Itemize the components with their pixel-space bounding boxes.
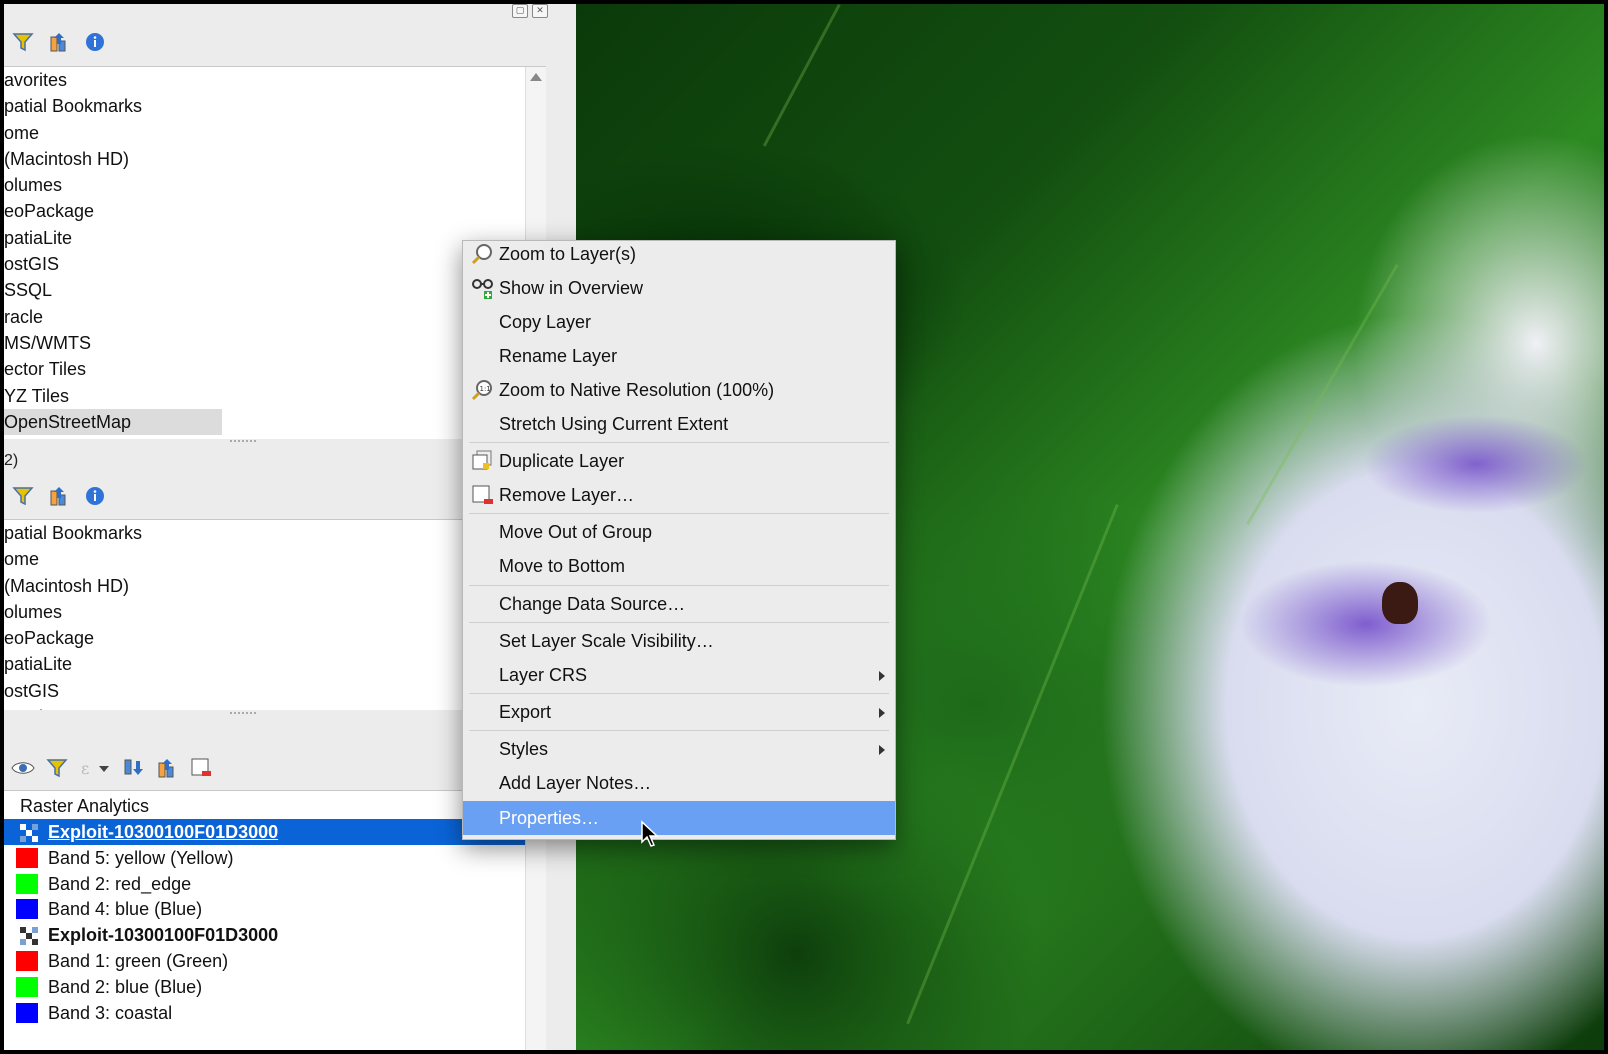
- overview-icon: [471, 276, 495, 300]
- qgis-window: ▢ ✕ avorites patial Bookmarks ome (Macintos…: [4, 4, 1604, 1050]
- expand-all-icon[interactable]: [120, 755, 146, 781]
- eye-icon[interactable]: [10, 755, 36, 781]
- layer-label: Band 4: blue (Blue): [48, 899, 203, 920]
- filter-icon[interactable]: [10, 483, 36, 509]
- menu-styles[interactable]: Styles: [463, 732, 895, 766]
- submenu-arrow-icon: [879, 671, 885, 681]
- menu-scale-visibility[interactable]: Set Layer Scale Visibility…: [463, 624, 895, 658]
- menu-layer-crs[interactable]: Layer CRS: [463, 658, 895, 692]
- menu-zoom-native[interactable]: 1:1 Zoom to Native Resolution (100%): [463, 373, 895, 407]
- layer-label: Band 1: green (Green): [48, 951, 229, 971]
- rock-outcrop: [1382, 582, 1418, 624]
- filter-legend-icon[interactable]: [44, 755, 70, 781]
- menu-separator: [469, 442, 889, 443]
- splitter-handle-1[interactable]: [230, 440, 256, 446]
- menu-separator: [469, 693, 889, 694]
- svg-text:1:1: 1:1: [480, 385, 491, 393]
- menu-separator: [469, 513, 889, 514]
- raster-layer-icon: [20, 926, 38, 946]
- terrain-ridge: [906, 504, 1119, 1025]
- browser-item[interactable]: ome: [4, 120, 546, 146]
- submenu-arrow-icon: [879, 708, 885, 718]
- info-icon[interactable]: [82, 483, 108, 509]
- browser-item[interactable]: avorites: [4, 67, 546, 93]
- browser-item[interactable]: (Macintosh HD): [4, 146, 546, 172]
- layer-label: Band 2: blue (Blue): [48, 976, 203, 997]
- layer-context-menu: Zoom to Layer(s) Show in Overview Copy L…: [462, 240, 896, 840]
- terrain-ridge: [1246, 264, 1399, 526]
- float-dock-button[interactable]: ▢: [512, 4, 528, 18]
- filter-icon[interactable]: [10, 29, 36, 55]
- layer-label: Exploit-10300100F01D3000: [48, 822, 279, 842]
- menu-separator: [469, 585, 889, 586]
- menu-separator: [469, 730, 889, 731]
- band-color-swatch: [16, 873, 38, 894]
- duplicate-layer-icon: [471, 449, 495, 473]
- browser-toolbar-1: [4, 20, 108, 64]
- band-color-swatch: [16, 976, 38, 997]
- browser-item[interactable]: eoPackage: [4, 198, 546, 224]
- group-label: Raster Analytics: [20, 796, 150, 816]
- zoom-layer-icon: [471, 242, 495, 266]
- mouse-pointer-icon: [640, 820, 660, 853]
- band-color-swatch: [16, 951, 38, 971]
- browser-2-header: 2): [4, 452, 19, 469]
- collapse-all-icon[interactable]: [154, 755, 180, 781]
- menu-change-data-source[interactable]: Change Data Source…: [463, 587, 895, 621]
- close-dock-button[interactable]: ✕: [532, 4, 548, 18]
- band-color-swatch: [16, 847, 38, 868]
- collapse-all-icon[interactable]: [46, 483, 72, 509]
- svg-text:ε: ε: [81, 759, 89, 778]
- menu-zoom-to-layers[interactable]: Zoom to Layer(s): [463, 237, 895, 271]
- layer-label: Band 3: coastal: [48, 1002, 173, 1023]
- browser-toolbar-2: [4, 474, 108, 518]
- collapse-all-icon[interactable]: [46, 29, 72, 55]
- browser-item[interactable]: OpenStreetMap: [4, 408, 222, 436]
- browser-item[interactable]: patial Bookmarks: [4, 93, 546, 119]
- zoom-native-icon: 1:1: [471, 378, 495, 402]
- splitter-handle-2[interactable]: [230, 712, 256, 718]
- menu-copy-layer[interactable]: Copy Layer: [463, 305, 895, 339]
- remove-layer-icon: [471, 483, 495, 507]
- info-icon[interactable]: [82, 29, 108, 55]
- menu-move-to-bottom[interactable]: Move to Bottom: [463, 549, 895, 583]
- browser-item[interactable]: olumes: [4, 172, 546, 198]
- menu-add-layer-notes[interactable]: Add Layer Notes…: [463, 766, 895, 800]
- menu-duplicate-layer[interactable]: Duplicate Layer: [463, 444, 895, 478]
- menu-rename-layer[interactable]: Rename Layer: [463, 339, 895, 373]
- menu-move-out-of-group[interactable]: Move Out of Group: [463, 515, 895, 549]
- layer-label: Band 2: red_edge: [48, 873, 192, 894]
- menu-stretch-extent[interactable]: Stretch Using Current Extent: [463, 407, 895, 441]
- layer-label: Band 5: yellow (Yellow): [48, 847, 234, 868]
- band-color-swatch: [16, 1002, 38, 1023]
- remove-layer-icon[interactable]: [188, 755, 214, 781]
- band-color-swatch: [16, 899, 38, 920]
- layer-label: Exploit-10300100F01D3000: [48, 925, 279, 946]
- terrain-ridge: [762, 4, 841, 147]
- layers-toolbar: ε: [4, 746, 214, 790]
- raster-layer-icon: [20, 823, 38, 842]
- submenu-arrow-icon: [879, 745, 885, 755]
- menu-remove-layer[interactable]: Remove Layer…: [463, 478, 895, 512]
- menu-separator: [469, 622, 889, 623]
- menu-export[interactable]: Export: [463, 695, 895, 729]
- menu-properties[interactable]: Properties…: [463, 801, 895, 835]
- scroll-up-arrow-icon[interactable]: [530, 73, 542, 81]
- expression-filter-icon[interactable]: ε: [78, 755, 112, 781]
- menu-show-in-overview[interactable]: Show in Overview: [463, 271, 895, 305]
